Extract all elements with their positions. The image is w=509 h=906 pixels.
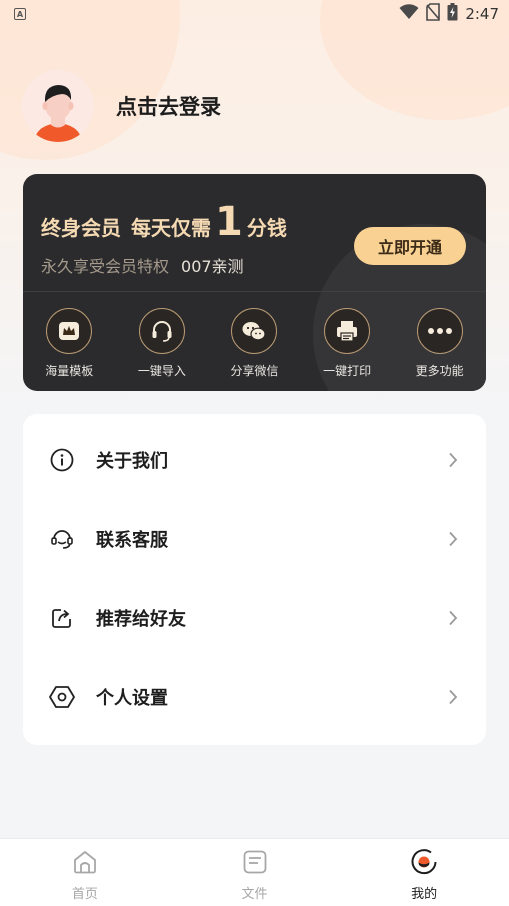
vip-title-number: 1	[215, 199, 243, 245]
tab-label: 我的	[411, 887, 438, 902]
tab-mine[interactable]: 我的	[339, 839, 509, 906]
menu-item-about[interactable]: 关于我们	[23, 420, 486, 499]
feature-label: 一键导入	[137, 364, 186, 378]
menu-item-label: 关于我们	[96, 450, 168, 472]
status-time: 2:47	[465, 5, 499, 23]
menu-item-label: 推荐给好友	[96, 608, 186, 630]
more-icon	[416, 308, 463, 354]
vip-divider	[23, 291, 486, 292]
chevron-right-icon	[446, 689, 460, 704]
vip-title-prefix: 终身会员	[41, 216, 121, 240]
vip-title: 终身会员 每天仅需 1 分钱	[41, 199, 287, 245]
login-link[interactable]: 点击去登录	[116, 91, 221, 121]
feature-label: 一键打印	[323, 364, 372, 378]
feature-more[interactable]: 更多功能	[393, 308, 486, 379]
feature-label: 分享微信	[230, 364, 279, 378]
customer-service-icon	[49, 526, 75, 552]
menu-item-settings[interactable]: 个人设置	[23, 657, 486, 736]
info-icon	[49, 447, 75, 473]
status-bar: A 2:47	[0, 0, 509, 28]
share-icon	[49, 605, 75, 631]
avatar-icon[interactable]	[22, 70, 94, 142]
wifi-icon	[399, 4, 419, 24]
chevron-right-icon	[446, 452, 460, 467]
feature-share-wechat[interactable]: 分享微信	[208, 308, 301, 379]
menu-item-contact[interactable]: 联系客服	[23, 499, 486, 578]
feature-print[interactable]: 一键打印	[301, 308, 394, 379]
battery-charging-icon	[447, 3, 458, 25]
vip-title-mid: 每天仅需	[131, 216, 211, 240]
tab-files[interactable]: 文件	[170, 839, 340, 906]
menu-item-recommend[interactable]: 推荐给好友	[23, 578, 486, 657]
feature-templates[interactable]: 海量模板	[23, 308, 116, 379]
profile-icon	[409, 847, 439, 877]
feature-label: 海量模板	[45, 364, 94, 378]
headset-icon	[138, 308, 185, 354]
bottom-tab-bar: 首页 文件 我的	[0, 838, 509, 906]
profile-header[interactable]: 点击去登录	[22, 70, 221, 142]
home-icon	[70, 847, 100, 877]
tab-label: 文件	[241, 887, 268, 902]
menu-item-label: 联系客服	[96, 529, 168, 551]
feature-import[interactable]: 一键导入	[116, 308, 209, 379]
tab-home[interactable]: 首页	[0, 839, 170, 906]
chevron-right-icon	[446, 610, 460, 625]
wechat-icon	[231, 308, 278, 354]
vip-card: 终身会员 每天仅需 1 分钱 永久享受会员特权 007亲测 立即开通 海量模板 …	[23, 174, 486, 391]
menu-item-label: 个人设置	[96, 687, 168, 709]
vip-features: 海量模板 一键导入 分享微信 一键打印 更多功能	[23, 308, 486, 379]
feature-label: 更多功能	[415, 364, 464, 378]
vip-title-suffix: 分钱	[246, 216, 287, 240]
vip-subtitle-text: 永久享受会员特权	[41, 257, 170, 276]
vip-subtitle: 永久享受会员特权 007亲测	[41, 253, 244, 277]
vip-subtitle-highlight: 007亲测	[181, 257, 244, 276]
settings-icon	[49, 684, 75, 710]
file-icon	[240, 847, 270, 877]
no-sim-icon	[426, 3, 441, 25]
crown-icon	[46, 308, 93, 354]
notification-badge: A	[14, 8, 26, 20]
open-vip-button[interactable]: 立即开通	[354, 227, 466, 265]
menu-card: 关于我们 联系客服 推荐给好友 个人设置	[23, 414, 486, 745]
printer-icon	[324, 308, 371, 354]
chevron-right-icon	[446, 531, 460, 546]
tab-label: 首页	[71, 887, 98, 902]
